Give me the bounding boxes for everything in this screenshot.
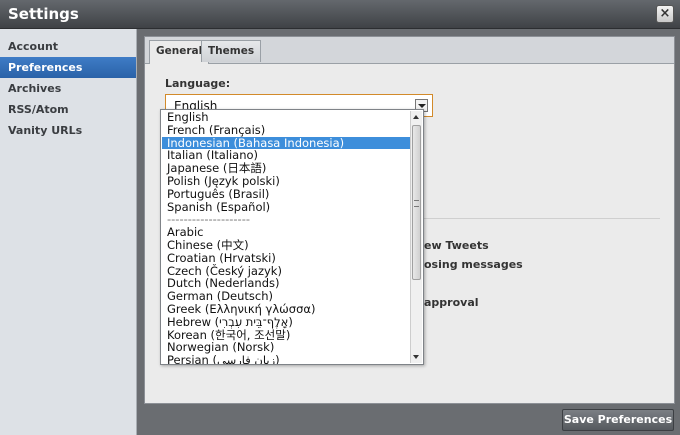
option-text-composing: osing messages <box>424 258 523 271</box>
title-bar: Settings × <box>0 0 680 29</box>
scrollbar-thumb[interactable] <box>412 125 421 280</box>
sidebar-item-rss-atom[interactable]: RSS/Atom <box>0 99 136 120</box>
language-option[interactable]: Português (Brasil) <box>162 187 410 201</box>
language-option[interactable]: Croatian (Hrvatski) <box>162 251 410 265</box>
dropdown-scrollbar[interactable] <box>410 111 422 363</box>
language-dropdown-list[interactable]: English French (Français) Indonesian (Ba… <box>160 109 424 365</box>
language-option[interactable]: Polish (Język polski) <box>162 175 410 188</box>
language-option[interactable]: Greek (Ελληνική γλώσσα) <box>162 303 410 316</box>
option-text-new-tweets: ew Tweets <box>424 239 489 252</box>
scroll-down-arrow-icon[interactable] <box>411 351 422 363</box>
sidebar: Account Preferences Archives RSS/Atom Va… <box>0 29 137 435</box>
language-option[interactable]: Chinese (中文) <box>162 239 410 252</box>
option-text-approval: approval <box>424 296 479 309</box>
section-divider <box>415 218 660 219</box>
sidebar-item-account[interactable]: Account <box>0 36 136 57</box>
grip-icon <box>414 200 419 207</box>
sidebar-nav: Account Preferences Archives RSS/Atom Va… <box>0 36 136 141</box>
scroll-up-arrow-icon[interactable] <box>411 111 422 123</box>
language-option[interactable]: Persian (زبان فارسی) <box>162 354 410 364</box>
save-preferences-button[interactable]: Save Preferences <box>562 409 674 431</box>
language-label: Language: <box>165 77 231 90</box>
language-option[interactable]: Hebrew (אָלֶף־בֵּית עִבְרִי) <box>162 315 410 329</box>
sidebar-item-archives[interactable]: Archives <box>0 78 136 99</box>
sidebar-item-vanity-urls[interactable]: Vanity URLs <box>0 120 136 141</box>
close-button[interactable]: × <box>656 5 674 23</box>
language-options: English French (Français) Indonesian (Ba… <box>162 111 410 364</box>
sidebar-item-preferences[interactable]: Preferences <box>0 57 136 78</box>
window-title: Settings <box>8 5 79 23</box>
language-option[interactable]: French (Français) <box>162 123 410 137</box>
language-option[interactable]: English <box>162 111 410 124</box>
tab-themes[interactable]: Themes <box>201 40 262 62</box>
tab-bar: General Themes <box>145 37 674 64</box>
